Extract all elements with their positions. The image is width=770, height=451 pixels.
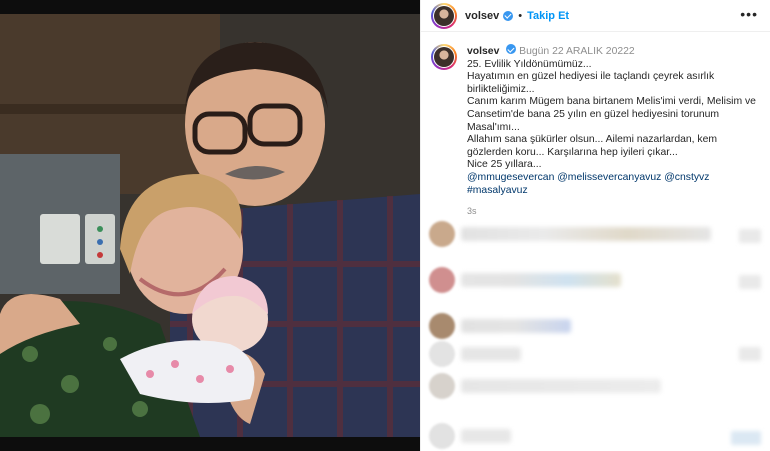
- comment-avatar: [429, 221, 455, 247]
- comment-avatar: [429, 341, 455, 367]
- comment-text-blurred: [461, 347, 521, 361]
- author-avatar[interactable]: [431, 2, 457, 29]
- verified-badge-icon: [503, 10, 514, 21]
- author-username[interactable]: volsev: [465, 10, 499, 22]
- separator-dot: •: [518, 9, 523, 22]
- caption-username[interactable]: volsev: [467, 46, 499, 57]
- comment-avatar: [429, 313, 455, 339]
- comment-avatar: [429, 267, 455, 293]
- caption-body: volsev Bugün 22 ARALIK 20222 25. Evlilik…: [467, 44, 757, 218]
- comment-avatar: [429, 373, 455, 399]
- family-photo-illustration: [0, 14, 420, 437]
- comment-text-blurred: [461, 429, 511, 443]
- caption-line: 25. Evlilik Yıldönümümüz...: [467, 58, 592, 70]
- post-media[interactable]: [0, 0, 420, 451]
- caption-line: Canım karım Mügem bana birtanem Melis'im…: [467, 96, 756, 133]
- comment-row-blurred: [429, 267, 621, 293]
- caption-author-avatar[interactable]: [431, 44, 457, 70]
- comment-text-blurred: [461, 379, 661, 393]
- comment-text-blurred: [461, 273, 621, 287]
- caption-verified-badge-icon: [506, 44, 517, 54]
- caption-line: Nice 25 yıllara...: [467, 159, 542, 171]
- post-photo: [0, 14, 420, 437]
- comment-row-blurred: [429, 423, 511, 449]
- comment-row-blurred: [429, 373, 661, 399]
- more-horizontal-icon[interactable]: •••: [740, 7, 758, 21]
- post-side-panel: volsev • Takip Et ••• volsev Bugün 22 AR…: [420, 0, 770, 451]
- like-icon-blurred: [731, 431, 761, 445]
- comment-row-blurred: [429, 341, 521, 367]
- caption-tags[interactable]: @mmugesevercan @melissevercanyavuz @cnst…: [467, 172, 757, 197]
- post-header: volsev • Takip Et •••: [421, 0, 770, 32]
- comment-avatar: [429, 423, 455, 449]
- post-caption: volsev Bugün 22 ARALIK 20222 25. Evlilik…: [421, 32, 770, 218]
- comment-row-blurred: [429, 221, 711, 247]
- like-icon-blurred: [739, 347, 761, 361]
- caption-line: Hayatımın en güzel hediyesi ile taçlandı…: [467, 71, 715, 95]
- caption-line: Allahım sana şükürler olsun... Ailemi na…: [467, 134, 718, 158]
- comment-text-blurred: [461, 227, 711, 241]
- comments-list: [421, 215, 770, 451]
- comment-row-blurred: [429, 313, 571, 339]
- caption-date: Bugün 22 ARALIK 20222: [519, 46, 635, 57]
- follow-button[interactable]: Takip Et: [527, 10, 569, 22]
- comment-text-blurred: [461, 319, 571, 333]
- like-icon-blurred: [739, 275, 761, 289]
- like-icon-blurred: [739, 229, 761, 243]
